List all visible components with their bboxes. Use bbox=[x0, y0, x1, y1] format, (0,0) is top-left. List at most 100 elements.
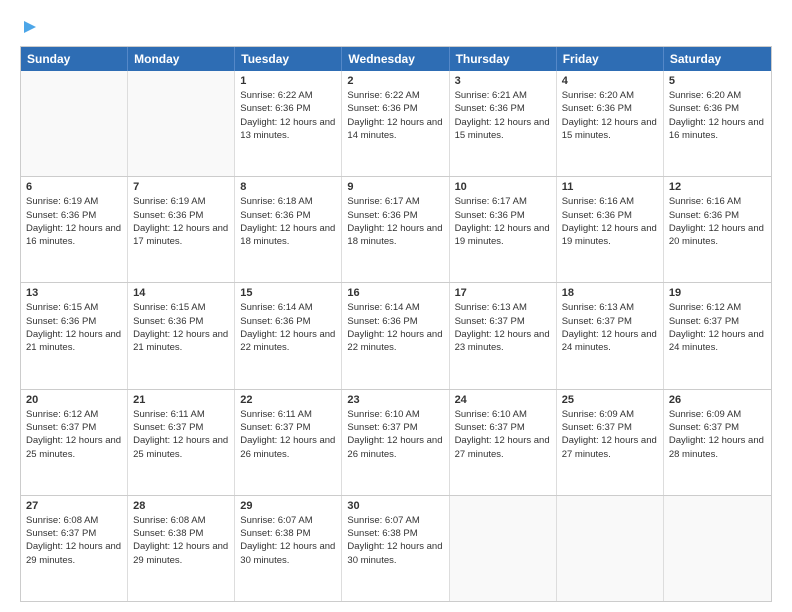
cell-info: Sunrise: 6:14 AM Sunset: 6:36 PM Dayligh… bbox=[240, 301, 336, 354]
day-number: 20 bbox=[26, 394, 122, 406]
table-row bbox=[664, 496, 771, 601]
cell-info: Sunrise: 6:17 AM Sunset: 6:36 PM Dayligh… bbox=[347, 195, 443, 248]
cell-info: Sunrise: 6:11 AM Sunset: 6:37 PM Dayligh… bbox=[133, 408, 229, 461]
table-row: 6 Sunrise: 6:19 AM Sunset: 6:36 PM Daylig… bbox=[21, 177, 128, 282]
cell-info: Sunrise: 6:10 AM Sunset: 6:37 PM Dayligh… bbox=[347, 408, 443, 461]
calendar-week-3: 13 Sunrise: 6:15 AM Sunset: 6:36 PM Dayli… bbox=[21, 282, 771, 388]
table-row: 25 Sunrise: 6:09 AM Sunset: 6:37 PM Dayli… bbox=[557, 390, 664, 495]
cell-info: Sunrise: 6:09 AM Sunset: 6:37 PM Dayligh… bbox=[562, 408, 658, 461]
logo bbox=[20, 18, 40, 36]
table-row bbox=[128, 71, 235, 176]
day-number: 24 bbox=[455, 394, 551, 406]
cell-info: Sunrise: 6:16 AM Sunset: 6:36 PM Dayligh… bbox=[669, 195, 766, 248]
cell-info: Sunrise: 6:08 AM Sunset: 6:37 PM Dayligh… bbox=[26, 514, 122, 567]
cell-info: Sunrise: 6:10 AM Sunset: 6:37 PM Dayligh… bbox=[455, 408, 551, 461]
day-number: 23 bbox=[347, 394, 443, 406]
table-row: 23 Sunrise: 6:10 AM Sunset: 6:37 PM Dayli… bbox=[342, 390, 449, 495]
cell-info: Sunrise: 6:12 AM Sunset: 6:37 PM Dayligh… bbox=[26, 408, 122, 461]
table-row: 30 Sunrise: 6:07 AM Sunset: 6:38 PM Dayli… bbox=[342, 496, 449, 601]
table-row: 29Sunrise: 6:07 AM Sunset: 6:38 PM Dayli… bbox=[235, 496, 342, 601]
day-number: 26 bbox=[669, 394, 766, 406]
table-row: 11 Sunrise: 6:16 AM Sunset: 6:36 PM Dayli… bbox=[557, 177, 664, 282]
table-row: 20 Sunrise: 6:12 AM Sunset: 6:37 PM Dayli… bbox=[21, 390, 128, 495]
table-row: 9 Sunrise: 6:17 AM Sunset: 6:36 PM Daylig… bbox=[342, 177, 449, 282]
cell-info: Sunrise: 6:19 AM Sunset: 6:36 PM Dayligh… bbox=[133, 195, 229, 248]
cell-info: Sunrise: 6:13 AM Sunset: 6:37 PM Dayligh… bbox=[562, 301, 658, 354]
table-row: 26 Sunrise: 6:09 AM Sunset: 6:37 PM Dayli… bbox=[664, 390, 771, 495]
cell-info: Sunrise: 6:19 AM Sunset: 6:36 PM Dayligh… bbox=[26, 195, 122, 248]
day-number: 8 bbox=[240, 181, 336, 193]
cell-info: Sunrise: 6:20 AM Sunset: 6:36 PM Dayligh… bbox=[669, 89, 766, 142]
cell-info: Sunrise: 6:08 AM Sunset: 6:38 PM Dayligh… bbox=[133, 514, 229, 567]
day-number: 17 bbox=[455, 287, 551, 299]
header-friday: Friday bbox=[557, 47, 664, 71]
calendar-body: 1 Sunrise: 6:22 AM Sunset: 6:36 PM Daylig… bbox=[21, 71, 771, 601]
day-number: 21 bbox=[133, 394, 229, 406]
day-number: 19 bbox=[669, 287, 766, 299]
table-row: 10Sunrise: 6:17 AM Sunset: 6:36 PM Dayli… bbox=[450, 177, 557, 282]
day-number: 30 bbox=[347, 500, 443, 512]
cell-info: Sunrise: 6:22 AM Sunset: 6:36 PM Dayligh… bbox=[347, 89, 443, 142]
table-row: 22 Sunrise: 6:11 AM Sunset: 6:37 PM Dayli… bbox=[235, 390, 342, 495]
table-row: 19 Sunrise: 6:12 AM Sunset: 6:37 PM Dayli… bbox=[664, 283, 771, 388]
table-row: 7 Sunrise: 6:19 AM Sunset: 6:36 PM Daylig… bbox=[128, 177, 235, 282]
day-number: 25 bbox=[562, 394, 658, 406]
table-row: 27Sunrise: 6:08 AM Sunset: 6:37 PM Dayli… bbox=[21, 496, 128, 601]
table-row: 3 Sunrise: 6:21 AM Sunset: 6:36 PM Daylig… bbox=[450, 71, 557, 176]
header bbox=[20, 18, 772, 36]
cell-info: Sunrise: 6:20 AM Sunset: 6:36 PM Dayligh… bbox=[562, 89, 658, 142]
cell-info: Sunrise: 6:07 AM Sunset: 6:38 PM Dayligh… bbox=[347, 514, 443, 567]
table-row: 4Sunrise: 6:20 AM Sunset: 6:36 PM Daylig… bbox=[557, 71, 664, 176]
cell-info: Sunrise: 6:17 AM Sunset: 6:36 PM Dayligh… bbox=[455, 195, 551, 248]
table-row: 21 Sunrise: 6:11 AM Sunset: 6:37 PM Dayli… bbox=[128, 390, 235, 495]
day-number: 3 bbox=[455, 75, 551, 87]
day-number: 14 bbox=[133, 287, 229, 299]
table-row: 12Sunrise: 6:16 AM Sunset: 6:36 PM Dayli… bbox=[664, 177, 771, 282]
header-tuesday: Tuesday bbox=[235, 47, 342, 71]
table-row: 16 Sunrise: 6:14 AM Sunset: 6:36 PM Dayli… bbox=[342, 283, 449, 388]
table-row bbox=[557, 496, 664, 601]
day-number: 1 bbox=[240, 75, 336, 87]
cell-info: Sunrise: 6:12 AM Sunset: 6:37 PM Dayligh… bbox=[669, 301, 766, 354]
day-number: 28 bbox=[133, 500, 229, 512]
cell-info: Sunrise: 6:21 AM Sunset: 6:36 PM Dayligh… bbox=[455, 89, 551, 142]
table-row: 24 Sunrise: 6:10 AM Sunset: 6:37 PM Dayli… bbox=[450, 390, 557, 495]
calendar: Sunday Monday Tuesday Wednesday Thursday… bbox=[20, 46, 772, 602]
day-number: 16 bbox=[347, 287, 443, 299]
day-number: 11 bbox=[562, 181, 658, 193]
table-row: 1 Sunrise: 6:22 AM Sunset: 6:36 PM Daylig… bbox=[235, 71, 342, 176]
table-row: 8 Sunrise: 6:18 AM Sunset: 6:36 PM Daylig… bbox=[235, 177, 342, 282]
day-number: 22 bbox=[240, 394, 336, 406]
table-row: 18Sunrise: 6:13 AM Sunset: 6:37 PM Dayli… bbox=[557, 283, 664, 388]
day-number: 6 bbox=[26, 181, 122, 193]
cell-info: Sunrise: 6:09 AM Sunset: 6:37 PM Dayligh… bbox=[669, 408, 766, 461]
logo-arrow-icon bbox=[22, 18, 40, 36]
cell-info: Sunrise: 6:15 AM Sunset: 6:36 PM Dayligh… bbox=[133, 301, 229, 354]
cell-info: Sunrise: 6:18 AM Sunset: 6:36 PM Dayligh… bbox=[240, 195, 336, 248]
table-row: 2 Sunrise: 6:22 AM Sunset: 6:36 PM Daylig… bbox=[342, 71, 449, 176]
cell-info: Sunrise: 6:16 AM Sunset: 6:36 PM Dayligh… bbox=[562, 195, 658, 248]
cell-info: Sunrise: 6:14 AM Sunset: 6:36 PM Dayligh… bbox=[347, 301, 443, 354]
cell-info: Sunrise: 6:22 AM Sunset: 6:36 PM Dayligh… bbox=[240, 89, 336, 142]
day-number: 15 bbox=[240, 287, 336, 299]
day-number: 13 bbox=[26, 287, 122, 299]
cell-info: Sunrise: 6:07 AM Sunset: 6:38 PM Dayligh… bbox=[240, 514, 336, 567]
table-row: 14 Sunrise: 6:15 AM Sunset: 6:36 PM Dayli… bbox=[128, 283, 235, 388]
header-wednesday: Wednesday bbox=[342, 47, 449, 71]
calendar-week-4: 20 Sunrise: 6:12 AM Sunset: 6:37 PM Dayli… bbox=[21, 389, 771, 495]
calendar-header: Sunday Monday Tuesday Wednesday Thursday… bbox=[21, 47, 771, 71]
cell-info: Sunrise: 6:11 AM Sunset: 6:37 PM Dayligh… bbox=[240, 408, 336, 461]
header-saturday: Saturday bbox=[664, 47, 771, 71]
header-thursday: Thursday bbox=[450, 47, 557, 71]
day-number: 7 bbox=[133, 181, 229, 193]
cell-info: Sunrise: 6:13 AM Sunset: 6:37 PM Dayligh… bbox=[455, 301, 551, 354]
cell-info: Sunrise: 6:15 AM Sunset: 6:36 PM Dayligh… bbox=[26, 301, 122, 354]
header-monday: Monday bbox=[128, 47, 235, 71]
table-row bbox=[21, 71, 128, 176]
day-number: 9 bbox=[347, 181, 443, 193]
calendar-week-1: 1 Sunrise: 6:22 AM Sunset: 6:36 PM Daylig… bbox=[21, 71, 771, 176]
calendar-week-2: 6 Sunrise: 6:19 AM Sunset: 6:36 PM Daylig… bbox=[21, 176, 771, 282]
day-number: 2 bbox=[347, 75, 443, 87]
calendar-week-5: 27Sunrise: 6:08 AM Sunset: 6:37 PM Dayli… bbox=[21, 495, 771, 601]
page: Sunday Monday Tuesday Wednesday Thursday… bbox=[0, 0, 792, 612]
